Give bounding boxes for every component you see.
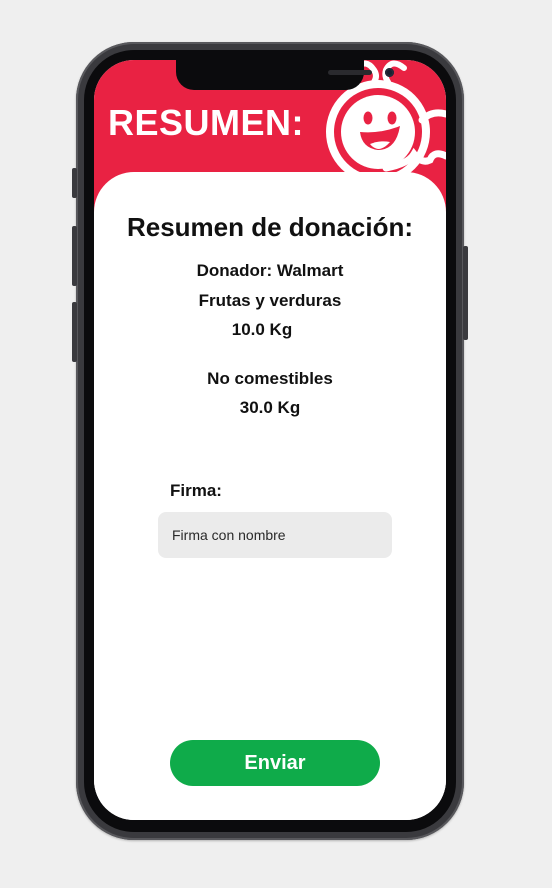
signature-input[interactable]	[158, 512, 392, 558]
item-weight: 30.0 Kg	[239, 398, 301, 417]
signature-label: Firma:	[170, 481, 222, 500]
volume-down-button	[72, 302, 77, 362]
phone-notch	[176, 60, 394, 90]
mute-switch	[72, 168, 77, 198]
speaker-grille	[328, 70, 372, 75]
donor-label: Donador: Walmart	[196, 261, 344, 280]
item-weight: 10.0 Kg	[231, 320, 293, 339]
item-category: No comestibles	[207, 369, 333, 388]
page-title: RESUMEN:	[108, 102, 305, 143]
app-screen: RESUMEN: Resumen de donación: Donador: W…	[94, 60, 446, 820]
item-category: Frutas y verduras	[198, 291, 342, 310]
power-button	[463, 246, 468, 340]
submit-button[interactable]: Enviar	[170, 740, 380, 786]
volume-up-button	[72, 226, 77, 286]
front-camera	[385, 68, 394, 77]
summary-title: Resumen de donación:	[126, 212, 414, 242]
